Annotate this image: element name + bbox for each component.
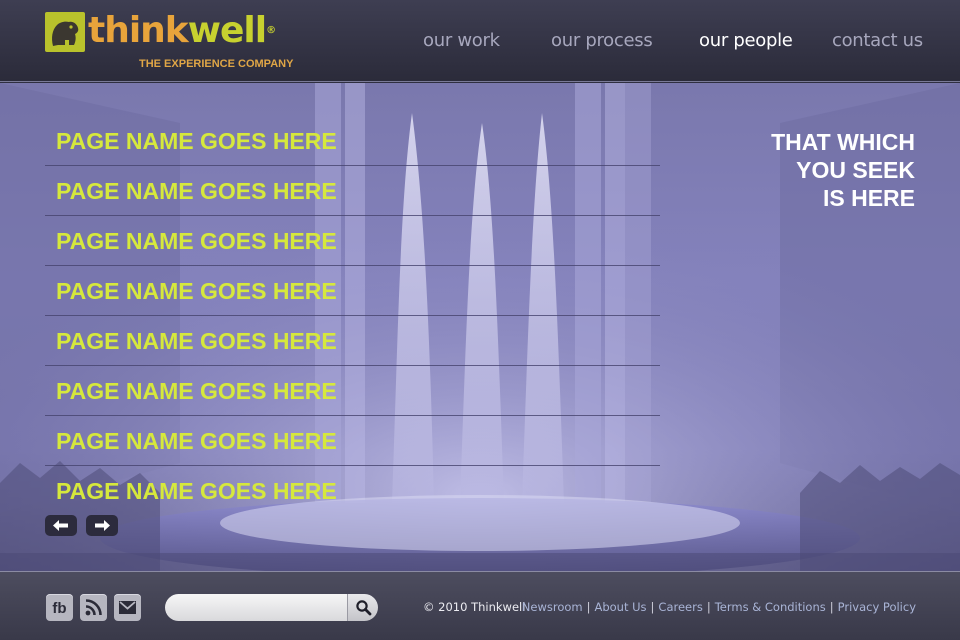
footer-separator: | [586,600,591,614]
search-box [165,594,378,621]
facebook-button[interactable]: fb [46,594,73,621]
tagline-line: IS HERE [822,185,915,211]
svg-text:fb: fb [52,600,66,617]
footer-separator: | [829,600,834,614]
page-link-label[interactable]: PAGE NAME GOES HERE [56,166,660,205]
footer-link-careers[interactable]: Careers [658,600,702,614]
list-item[interactable]: PAGE NAME GOES HERE [45,266,660,316]
footer-link-newsroom[interactable]: Newsroom [522,600,583,614]
nav-item-our-process[interactable]: our process [551,30,653,51]
footer-links: Newsroom | About Us | Careers | Terms & Condit… [522,600,916,614]
tagline-line: YOU SEEK [796,157,915,183]
main-nav: our work our process our people contact … [0,30,960,54]
nav-item-our-people[interactable]: our people [699,30,793,51]
email-button[interactable] [114,594,141,621]
search-button[interactable] [347,594,378,621]
footer-separator: | [706,600,711,614]
facebook-icon: fb [52,600,66,617]
next-button[interactable] [86,515,118,536]
footer-separator: | [650,600,655,614]
arrow-right-icon [95,520,110,531]
list-item[interactable]: PAGE NAME GOES HERE [45,416,660,466]
hero-tagline: THAT WHICH YOU SEEK IS HERE [655,128,915,212]
page-link-label[interactable]: PAGE NAME GOES HERE [56,116,660,155]
list-item[interactable]: PAGE NAME GOES HERE [45,466,660,516]
logo-tagline: THE EXPERIENCE COMPANY [139,58,294,70]
list-item[interactable]: PAGE NAME GOES HERE [45,316,660,366]
search-input[interactable] [165,594,347,621]
footer-link-about-us[interactable]: About Us [594,600,646,614]
list-item[interactable]: PAGE NAME GOES HERE [45,216,660,266]
tagline-line: THAT WHICH [771,129,915,155]
footer-link-privacy-policy[interactable]: Privacy Policy [838,600,916,614]
page-link-label[interactable]: PAGE NAME GOES HERE [56,216,660,255]
search-icon [356,600,372,616]
copyright-text: © 2010 Thinkwell [423,600,526,614]
rss-button[interactable] [80,594,107,621]
page-link-label[interactable]: PAGE NAME GOES HERE [56,466,660,505]
nav-item-contact-us[interactable]: contact us [832,30,923,51]
list-item[interactable]: PAGE NAME GOES HERE [45,366,660,416]
page-link-label[interactable]: PAGE NAME GOES HERE [56,416,660,455]
previous-button[interactable] [45,515,77,536]
nav-item-our-work[interactable]: our work [423,30,500,51]
page-list: PAGE NAME GOES HERE PAGE NAME GOES HERE … [45,116,660,516]
arrow-left-icon [53,520,68,531]
hero-area: PAGE NAME GOES HERE PAGE NAME GOES HERE … [0,83,960,571]
page-link-label[interactable]: PAGE NAME GOES HERE [56,316,660,355]
page-link-label[interactable]: PAGE NAME GOES HERE [56,366,660,405]
page-link-label[interactable]: PAGE NAME GOES HERE [56,266,660,305]
mail-icon [119,601,136,614]
site-footer: fb © 2010 Thinkwell Newsroom | About Us | Ca… [0,571,960,640]
site-header: thinkwell® THE EXPERIENCE COMPANY our wo… [0,0,960,82]
rss-icon [85,599,102,616]
list-item[interactable]: PAGE NAME GOES HERE [45,166,660,216]
footer-link-terms[interactable]: Terms & Conditions [715,600,826,614]
list-item[interactable]: PAGE NAME GOES HERE [45,116,660,166]
